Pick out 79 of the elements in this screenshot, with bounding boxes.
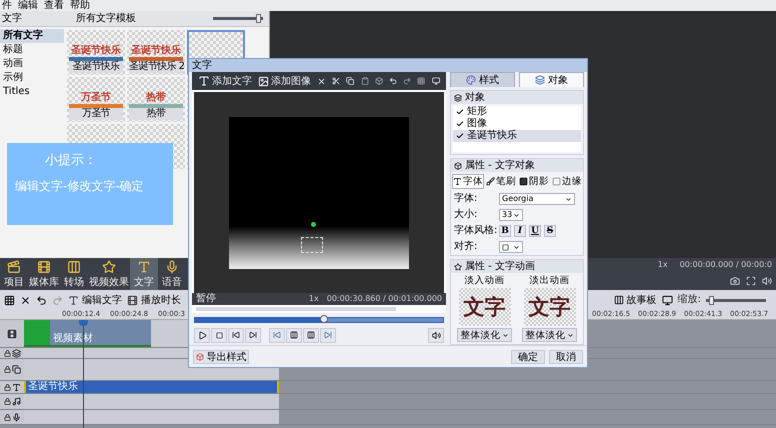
playback-status: 暂停 (196, 293, 216, 305)
nav-tab[interactable]: 媒体库 (28, 258, 60, 290)
object-label: 矩形 (467, 106, 487, 118)
add-text-button[interactable]: 添加文字 (198, 74, 252, 88)
template-art-text: 圣诞节快乐 (70, 45, 122, 57)
text-clip[interactable]: 圣诞节快乐 (24, 381, 279, 393)
tip-title: 小提示： (44, 153, 98, 169)
menu-item[interactable]: 查看 (44, 0, 64, 11)
section-title: 属性 - 文字动画 (465, 260, 535, 272)
menu-item[interactable]: 编辑 (18, 0, 38, 11)
style-button[interactable]: B (499, 225, 511, 237)
category-item[interactable]: 所有文字 (0, 29, 64, 43)
object-label: 图像 (467, 118, 487, 130)
speed-label: 1x (308, 294, 319, 304)
category-item[interactable]: 示例 (0, 71, 64, 85)
ok-button[interactable]: 确定 (511, 350, 545, 364)
property-tab[interactable]: 字体 (452, 174, 484, 189)
style-button[interactable]: I (514, 225, 526, 237)
clip-label: 圣诞节快乐 (28, 381, 78, 393)
object-label: 圣诞节快乐 (467, 130, 517, 142)
menu-item[interactable]: 件 (2, 0, 12, 11)
template-thumbnail[interactable]: 圣诞节快乐 圣诞节快乐 2 (127, 30, 185, 75)
zoom-label: 缩放: (678, 294, 701, 306)
export-style-button[interactable]: 导出样式 (193, 350, 249, 364)
template-art-text: 热带 (145, 92, 167, 104)
cancel-button[interactable]: 取消 (549, 350, 583, 364)
nav-tab[interactable]: 转场 (60, 258, 88, 290)
time-display: 00:00:30.860 / 00:01:00.000 (326, 294, 442, 304)
field-label: 字体: (454, 193, 478, 205)
animation-label: 淡出动画 (530, 275, 570, 286)
object-item[interactable]: 图像 (453, 118, 581, 130)
template-art-text: 万圣节 (80, 92, 112, 104)
nav-tab[interactable]: 视频效果 (88, 258, 130, 290)
tool-button[interactable]: 编辑文字 (68, 293, 122, 307)
sample-text: 文字 (528, 294, 570, 320)
section-title: 对象 (465, 92, 485, 104)
template-thumbnail[interactable]: 圣诞节快乐 圣诞节快乐 (67, 30, 125, 75)
template-art-text: 圣诞节快乐 (130, 45, 182, 57)
nav-tab[interactable]: 项目 (0, 258, 28, 290)
style-button[interactable]: U (529, 225, 541, 237)
template-caption: 圣诞节快乐 2 (129, 61, 183, 73)
speed-label: 1x (658, 260, 668, 270)
template-caption: 万圣节 (69, 108, 123, 120)
sample-text: 文字 (464, 294, 506, 320)
field-label: 对齐: (454, 241, 478, 253)
storyboard-button[interactable]: 故事板 (614, 293, 657, 307)
category-item[interactable]: 标题 (0, 43, 64, 57)
nav-tab[interactable]: 语音 (158, 258, 186, 290)
dialog-tab[interactable]: 样式 (450, 72, 515, 87)
field-label: 大小: (454, 209, 478, 221)
template-thumbnail[interactable]: 万圣节 万圣节 (67, 77, 125, 122)
nav-tab[interactable]: 文字 (130, 258, 158, 290)
category-item[interactable]: Titles (0, 85, 64, 99)
category-item[interactable]: 动画 (0, 57, 64, 71)
panel-header: 所有文字模板 (75, 12, 137, 24)
menu-item[interactable]: 帮助 (70, 0, 90, 11)
template-thumbnail[interactable]: 热带 热带 (127, 77, 185, 122)
animation-label: 淡入动画 (464, 275, 504, 286)
property-tab[interactable]: 阴影 (518, 174, 550, 189)
template-caption: 热带 (129, 108, 183, 120)
tip-text: 编辑文字-修改文字-确定 (15, 178, 145, 193)
time-display: 00:00:00.000 / 00:00:0 (680, 260, 772, 270)
font-select[interactable]: Georgia (499, 193, 575, 205)
panel-title: 文字 (1, 12, 23, 24)
property-tab[interactable]: 笔刷 (485, 174, 517, 189)
object-item[interactable]: 矩形 (453, 106, 581, 118)
template-caption: 圣诞节快乐 (69, 61, 123, 73)
add-image-button[interactable]: 添加图像 (258, 74, 311, 88)
effect-select[interactable]: 整体淡化 (457, 328, 512, 342)
section-title: 属性 - 文字对象 (465, 160, 535, 172)
tool-button[interactable]: 播放时长 (127, 293, 181, 307)
effect-select[interactable]: 整体淡化 (522, 328, 577, 342)
style-button[interactable]: S (544, 225, 556, 237)
dialog-title: 文字 (192, 60, 212, 72)
field-label: 字体风格: (454, 225, 496, 237)
dialog-tab[interactable]: 对象 (519, 72, 584, 87)
size-select[interactable]: 33 (499, 209, 523, 221)
property-tab[interactable]: 边缘 (551, 174, 583, 189)
object-item[interactable]: 圣诞节快乐 (453, 130, 581, 142)
